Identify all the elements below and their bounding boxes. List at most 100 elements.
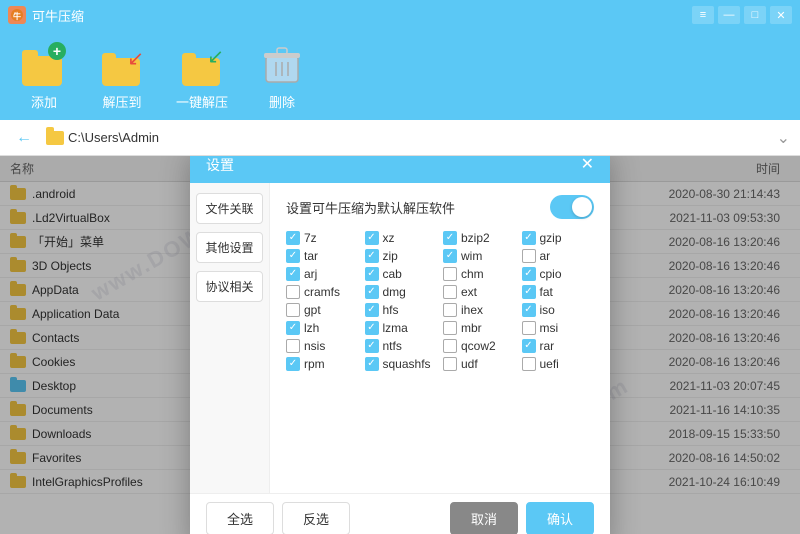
sidebar-other-settings[interactable]: 其他设置 — [196, 232, 263, 263]
checkbox-zip[interactable] — [365, 249, 379, 263]
toolbar-extract-to[interactable]: ↙ 解压到 — [98, 40, 146, 111]
format-checkbox-item[interactable]: 7z — [286, 231, 359, 245]
format-checkbox-item[interactable]: msi — [522, 321, 595, 335]
checkbox-rar[interactable] — [522, 339, 536, 353]
format-checkbox-item[interactable]: nsis — [286, 339, 359, 353]
checkbox-msi[interactable] — [522, 321, 536, 335]
checkbox-udf[interactable] — [443, 357, 457, 371]
checkbox-xz[interactable] — [365, 231, 379, 245]
checkbox-label-wim: wim — [461, 249, 482, 263]
toolbar-one-click[interactable]: ↙ 一键解压 — [176, 40, 228, 111]
format-checkbox-item[interactable]: bzip2 — [443, 231, 516, 245]
delete-icon — [258, 40, 306, 88]
format-checkbox-item[interactable]: ext — [443, 285, 516, 299]
format-checkbox-item[interactable]: hfs — [365, 303, 438, 317]
checkbox-ntfs[interactable] — [365, 339, 379, 353]
checkbox-nsis[interactable] — [286, 339, 300, 353]
sidebar-protocol[interactable]: 协议相关 — [196, 271, 263, 302]
format-checkbox-item[interactable]: uefi — [522, 357, 595, 371]
extract-to-icon: ↙ — [98, 40, 146, 88]
toolbar-add[interactable]: + 添加 — [20, 40, 68, 111]
maximize-button[interactable]: □ — [744, 6, 766, 24]
minimize-button[interactable]: — — [718, 6, 740, 24]
checkbox-label-ntfs: ntfs — [383, 339, 402, 353]
extract-to-label: 解压到 — [102, 92, 141, 111]
checkbox-arj[interactable] — [286, 267, 300, 281]
checkbox-ext[interactable] — [443, 285, 457, 299]
format-checkbox-item[interactable]: fat — [522, 285, 595, 299]
one-click-label: 一键解压 — [176, 92, 228, 111]
checkbox-label-ext: ext — [461, 285, 477, 299]
format-checkbox-item[interactable]: udf — [443, 357, 516, 371]
close-button[interactable]: ✕ — [770, 6, 792, 24]
settings-dialog: 设置 ✕ 文件关联 其他设置 协议相关 设置可牛压缩为默认解压软件 — [190, 156, 610, 534]
format-checkbox-item[interactable]: cramfs — [286, 285, 359, 299]
checkbox-cpio[interactable] — [522, 267, 536, 281]
checkbox-bzip2[interactable] — [443, 231, 457, 245]
checkbox-dmg[interactable] — [365, 285, 379, 299]
checkbox-label-xz: xz — [383, 231, 395, 245]
checkbox-uefi[interactable] — [522, 357, 536, 371]
checkbox-label-cab: cab — [383, 267, 402, 281]
checkbox-rpm[interactable] — [286, 357, 300, 371]
format-checkbox-item[interactable]: arj — [286, 267, 359, 281]
checkbox-label-rpm: rpm — [304, 357, 325, 371]
dialog-close-button[interactable]: ✕ — [581, 157, 594, 173]
format-checkbox-item[interactable]: chm — [443, 267, 516, 281]
format-checkbox-item[interactable]: zip — [365, 249, 438, 263]
nav-dropdown-button[interactable]: ⌄ — [777, 128, 790, 148]
format-checkbox-item[interactable]: ihex — [443, 303, 516, 317]
format-checkbox-item[interactable]: ar — [522, 249, 595, 263]
checkbox-fat[interactable] — [522, 285, 536, 299]
format-checkbox-item[interactable]: gzip — [522, 231, 595, 245]
format-checkbox-item[interactable]: ntfs — [365, 339, 438, 353]
checkbox-iso[interactable] — [522, 303, 536, 317]
format-checkbox-item[interactable]: mbr — [443, 321, 516, 335]
format-checkbox-item[interactable]: wim — [443, 249, 516, 263]
checkbox-tar[interactable] — [286, 249, 300, 263]
default-software-label: 设置可牛压缩为默认解压软件 — [286, 198, 540, 217]
checkbox-cramfs[interactable] — [286, 285, 300, 299]
toolbar-delete[interactable]: 删除 — [258, 40, 306, 111]
checkbox-hfs[interactable] — [365, 303, 379, 317]
checkbox-gzip[interactable] — [522, 231, 536, 245]
checkbox-lzma[interactable] — [365, 321, 379, 335]
format-checkbox-item[interactable]: cpio — [522, 267, 595, 281]
checkbox-qcow2[interactable] — [443, 339, 457, 353]
checkbox-cab[interactable] — [365, 267, 379, 281]
format-checkbox-item[interactable]: iso — [522, 303, 595, 317]
checkbox-label-7z: 7z — [304, 231, 317, 245]
nav-back-button[interactable]: ← — [10, 127, 38, 149]
format-checkbox-item[interactable]: lzma — [365, 321, 438, 335]
checkbox-ar[interactable] — [522, 249, 536, 263]
checkbox-label-chm: chm — [461, 267, 484, 281]
format-checkbox-item[interactable]: rpm — [286, 357, 359, 371]
checkbox-gpt[interactable] — [286, 303, 300, 317]
checkbox-lzh[interactable] — [286, 321, 300, 335]
checkbox-label-mbr: mbr — [461, 321, 482, 335]
checkbox-label-uefi: uefi — [540, 357, 559, 371]
checkbox-ihex[interactable] — [443, 303, 457, 317]
format-checkbox-item[interactable]: dmg — [365, 285, 438, 299]
dialog-sidebar: 文件关联 其他设置 协议相关 — [190, 183, 270, 493]
format-checkbox-item[interactable]: gpt — [286, 303, 359, 317]
confirm-button[interactable]: 确认 — [526, 502, 594, 534]
checkbox-chm[interactable] — [443, 267, 457, 281]
default-software-toggle[interactable] — [550, 195, 594, 219]
checkbox-mbr[interactable] — [443, 321, 457, 335]
format-checkbox-item[interactable]: qcow2 — [443, 339, 516, 353]
format-checkbox-item[interactable]: rar — [522, 339, 595, 353]
invert-select-button[interactable]: 反选 — [282, 502, 350, 534]
cancel-button[interactable]: 取消 — [450, 502, 518, 534]
format-checkbox-item[interactable]: lzh — [286, 321, 359, 335]
checkbox-wim[interactable] — [443, 249, 457, 263]
sidebar-file-assoc[interactable]: 文件关联 — [196, 193, 263, 224]
select-all-button[interactable]: 全选 — [206, 502, 274, 534]
checkbox-7z[interactable] — [286, 231, 300, 245]
format-checkbox-item[interactable]: squashfs — [365, 357, 438, 371]
format-checkbox-item[interactable]: cab — [365, 267, 438, 281]
format-checkbox-item[interactable]: xz — [365, 231, 438, 245]
checkbox-squashfs[interactable] — [365, 357, 379, 371]
menu-button[interactable]: ≡ — [692, 6, 714, 24]
format-checkbox-item[interactable]: tar — [286, 249, 359, 263]
